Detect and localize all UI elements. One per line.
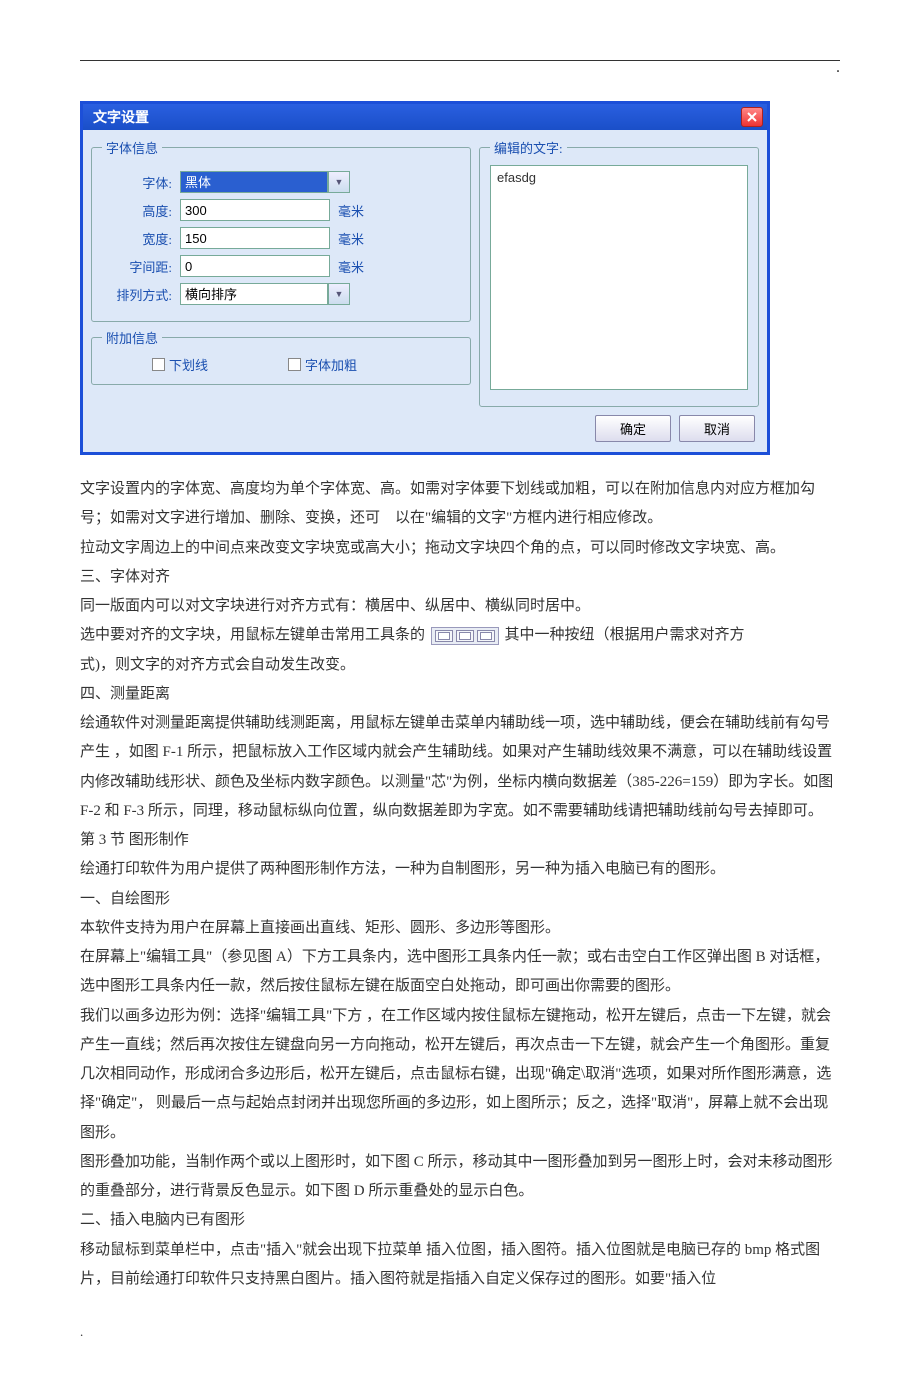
ok-button[interactable]: 确定 [595, 415, 671, 442]
footer-mark: . [80, 1324, 840, 1340]
paragraph: 式)，则文字的对齐方式会自动发生改变。 [80, 651, 840, 680]
bold-checkbox[interactable]: 字体加粗 [288, 355, 357, 374]
height-label: 高度: [102, 201, 172, 220]
edit-text-legend: 编辑的文字: [490, 138, 567, 157]
dialog-title: 文字设置 [93, 107, 149, 127]
align-both-center-icon [477, 630, 495, 642]
paragraph: 本软件支持为用户在屏幕上直接画出直线、矩形、圆形、多边形等图形。 [80, 914, 840, 943]
edit-text-fieldset: 编辑的文字: efasdg [479, 138, 759, 407]
paragraph: 三、字体对齐 [80, 563, 840, 592]
checkbox-icon [152, 358, 165, 371]
extra-info-legend: 附加信息 [102, 328, 162, 347]
spacing-unit: 毫米 [338, 257, 368, 276]
edit-text-area[interactable]: efasdg [490, 165, 748, 390]
font-label: 字体: [102, 173, 172, 192]
height-unit: 毫米 [338, 201, 368, 220]
dialog-titlebar: 文字设置 [83, 104, 767, 130]
paragraph: 二、插入电脑内已有图形 [80, 1206, 840, 1235]
dialog-body: 字体信息 字体: 黑体 ▼ 高度: 毫米 [83, 130, 767, 452]
paragraph: 文字设置内的字体宽、高度均为单个字体宽、高。如需对字体要下划线或加粗，可以在附加… [80, 475, 840, 534]
paragraph: 图形叠加功能，当制作两个或以上图形时，如下图 C 所示，移动其中一图形叠加到另一… [80, 1148, 840, 1207]
width-input[interactable] [180, 227, 330, 249]
paragraph: 在屏幕上"编辑工具"（参见图 A）下方工具条内，选中图形工具条内任一款；或右击空… [80, 943, 840, 1002]
text-run: 选中要对齐的文字块，用鼠标左键单击常用工具条的 [80, 627, 425, 643]
arrange-dropdown-button[interactable]: ▼ [328, 283, 350, 305]
paragraph: 移动鼠标到菜单栏中，点击"插入"就会出现下拉菜单 插入位图，插入图符。插入位图就… [80, 1236, 840, 1295]
close-icon [747, 112, 757, 122]
font-value: 黑体 [180, 171, 328, 193]
checkbox-icon [288, 358, 301, 371]
chevron-down-icon: ▼ [335, 177, 344, 187]
width-label: 宽度: [102, 229, 172, 248]
font-dropdown-button[interactable]: ▼ [328, 171, 350, 193]
paragraph: 四、测量距离 [80, 680, 840, 709]
text-run: 其中一种按纽（根据用户需求对齐方 [505, 627, 745, 643]
extra-info-fieldset: 附加信息 下划线 字体加粗 [91, 328, 471, 385]
arrange-dropdown[interactable]: 横向排序 ▼ [180, 283, 350, 305]
close-button[interactable] [741, 107, 763, 127]
font-info-legend: 字体信息 [102, 138, 162, 157]
underline-label: 下划线 [169, 355, 208, 374]
spacing-label: 字间距: [102, 257, 172, 276]
cancel-button[interactable]: 取消 [679, 415, 755, 442]
paragraph: 选中要对齐的文字块，用鼠标左键单击常用工具条的 其中一种按纽（根据用户需求对齐方 [80, 621, 840, 650]
paragraph: 拉动文字周边上的中间点来改变文字块宽或高大小；拖动文字块四个角的点，可以同时修改… [80, 534, 840, 563]
arrange-value: 横向排序 [180, 283, 328, 305]
paragraph: 绘通软件对测量距离提供辅助线测距离，用鼠标左键单击菜单内辅助线一项，选中辅助线，… [80, 709, 840, 826]
spacing-input[interactable] [180, 255, 330, 277]
align-v-center-icon [456, 630, 474, 642]
width-unit: 毫米 [338, 229, 368, 248]
paragraph: 一、自绘图形 [80, 885, 840, 914]
paragraph: 第 3 节 图形制作 [80, 826, 840, 855]
underline-checkbox[interactable]: 下划线 [152, 355, 208, 374]
paragraph: 绘通打印软件为用户提供了两种图形制作方法，一种为自制图形，另一种为插入电脑已有的… [80, 855, 840, 884]
height-input[interactable] [180, 199, 330, 221]
chevron-down-icon: ▼ [335, 289, 344, 299]
page-header-rule [80, 60, 840, 61]
font-info-fieldset: 字体信息 字体: 黑体 ▼ 高度: 毫米 [91, 138, 471, 322]
align-h-center-icon [435, 630, 453, 642]
text-settings-dialog: 文字设置 字体信息 字体: 黑体 ▼ [80, 101, 770, 455]
article-body: 文字设置内的字体宽、高度均为单个字体宽、高。如需对字体要下划线或加粗，可以在附加… [80, 475, 840, 1294]
bold-label: 字体加粗 [305, 355, 357, 374]
font-dropdown[interactable]: 黑体 ▼ [180, 171, 350, 193]
paragraph: 同一版面内可以对文字块进行对齐方式有：横居中、纵居中、横纵同时居中。 [80, 592, 840, 621]
paragraph: 我们以画多边形为例：选择"编辑工具"下方 ，在工作区域内按住鼠标左键拖动，松开左… [80, 1002, 840, 1148]
arrange-label: 排列方式: [102, 285, 172, 304]
align-toolbar-icons [431, 627, 499, 645]
